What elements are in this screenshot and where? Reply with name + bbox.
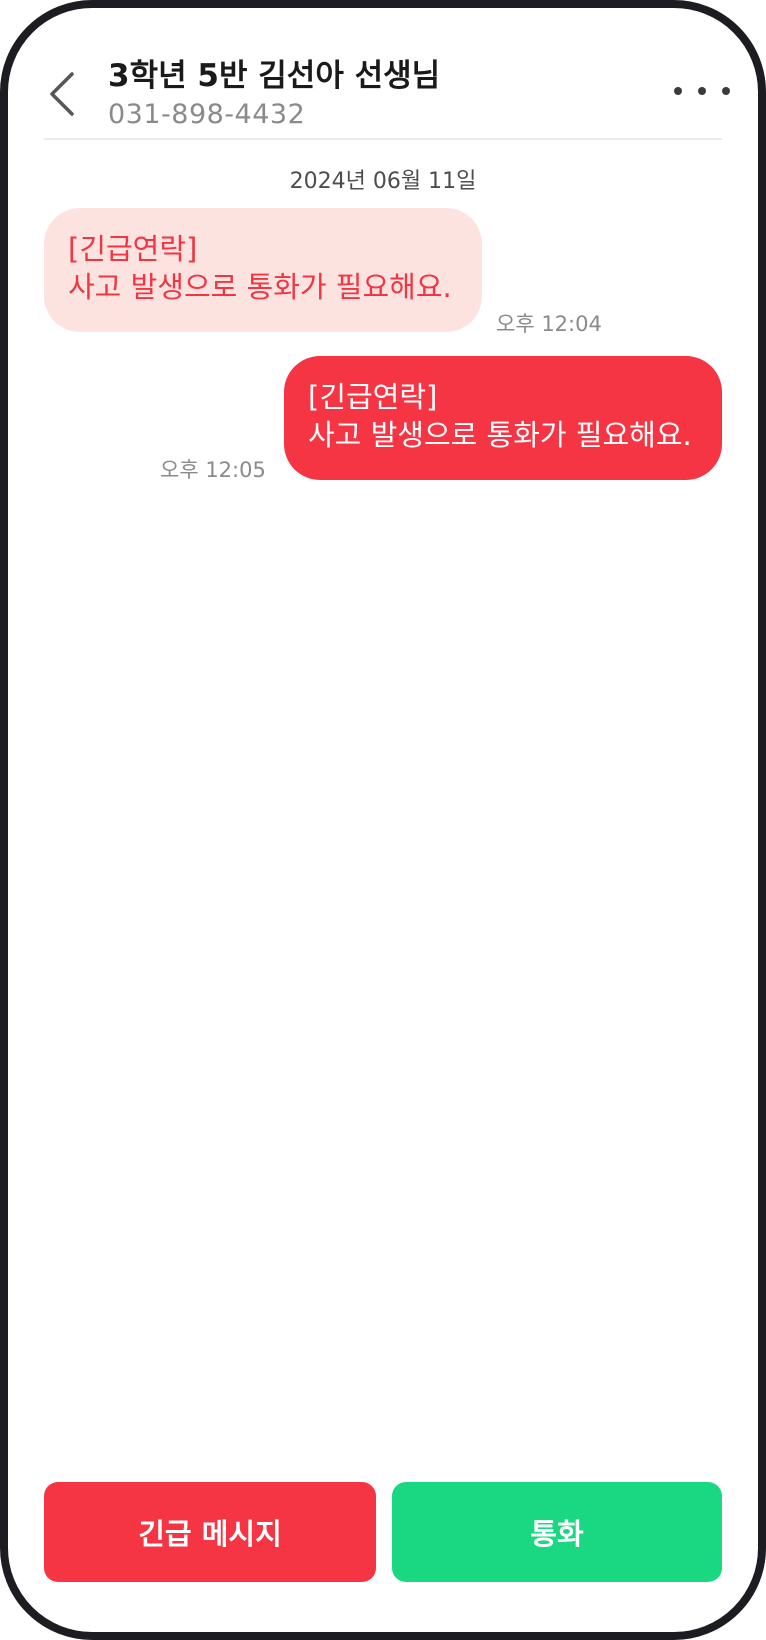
call-label: 통화	[530, 1517, 584, 1551]
more-options-button[interactable]	[674, 78, 730, 104]
header-divider	[44, 138, 722, 140]
phone-frame: 3학년 5반 김선아 선생님 031-898-4432 2024년 06월 11…	[0, 0, 766, 1640]
message-line: 사고 발생으로 통화가 필요해요.	[308, 418, 692, 452]
more-horizontal-icon	[674, 87, 682, 95]
message-bubble-incoming: [긴급연락] 사고 발생으로 통화가 필요해요.	[44, 208, 482, 332]
message-time: 오후 12:05	[160, 458, 266, 482]
contact-phone: 031-898-4432	[108, 99, 306, 130]
chat-header: 3학년 5반 김선아 선생님 031-898-4432	[8, 8, 758, 146]
date-separator: 2024년 06월 11일	[289, 169, 477, 194]
message-time: 오후 12:04	[496, 312, 602, 336]
message-line: 사고 발생으로 통화가 필요해요.	[68, 270, 452, 304]
message-line: [긴급연락]	[308, 380, 438, 414]
more-horizontal-icon	[722, 87, 730, 95]
more-horizontal-icon	[698, 87, 706, 95]
call-button[interactable]: 통화	[392, 1482, 722, 1582]
emergency-message-label: 긴급 메시지	[138, 1517, 282, 1551]
back-button[interactable]	[42, 66, 82, 122]
message-bubble-outgoing: [긴급연락] 사고 발생으로 통화가 필요해요.	[284, 356, 722, 480]
chevron-left-icon	[50, 72, 74, 116]
emergency-message-button[interactable]: 긴급 메시지	[44, 1482, 376, 1582]
message-line: [긴급연락]	[68, 232, 198, 266]
contact-name: 3학년 5반 김선아 선생님	[108, 58, 441, 94]
